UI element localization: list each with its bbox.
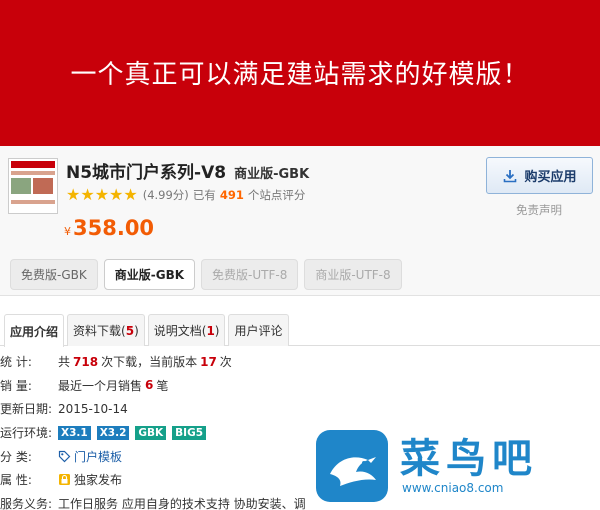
star-icon: ★ xyxy=(80,185,95,204)
tab-docs-close: ) xyxy=(214,323,220,338)
env-label: 运行环境: xyxy=(0,426,53,441)
detail-tabs: 应用介绍 资料下载(5) 说明文档(1) 用户评论 xyxy=(0,314,600,347)
sales-value: 最近一个月销售 6 笔 xyxy=(58,377,168,394)
sales-text-2: 笔 xyxy=(156,378,169,393)
edition-free-gbk[interactable]: 免费版-GBK xyxy=(10,259,98,290)
exclusive-icon xyxy=(59,474,70,486)
category-label: 分 类: xyxy=(0,449,32,464)
product-header: N5城市门户系列-V8 商业版-GBK ★ ★ ★ ★ ★ (4.99分) 已有 491… xyxy=(0,146,600,296)
stats-downloads: 718 xyxy=(73,354,99,369)
rating-prefix: 已有 xyxy=(192,188,216,202)
site-watermark-logo: 菜鸟吧 www.cniao8.com xyxy=(316,422,600,510)
stats-text-2: 次下载，当前版本 xyxy=(101,355,198,370)
env-badge-x32: X3.2 xyxy=(96,425,130,440)
stats-text-3: 次 xyxy=(219,355,232,370)
attribute-text: 独家发布 xyxy=(74,473,123,488)
tab-downloads-count: 5 xyxy=(125,323,135,338)
edition-free-utf8[interactable]: 免费版-UTF-8 xyxy=(201,259,299,290)
tab-downloads[interactable]: 资料下载(5) xyxy=(67,314,145,346)
logo-name: 菜鸟吧 xyxy=(400,435,538,482)
buy-app-button[interactable]: 购买应用 xyxy=(486,157,593,194)
env-badge-x31: X3.1 xyxy=(58,425,91,440)
attribute-label: 属 性: xyxy=(0,473,32,488)
buy-app-label: 购买应用 xyxy=(524,170,577,185)
star-icon: ★ xyxy=(123,185,138,204)
env-badge-gbk: GBK xyxy=(135,425,167,440)
rating-suffix: 个站点评分 xyxy=(247,188,306,202)
updated-value: 2015-10-14 xyxy=(58,401,128,416)
logo-url: www.cniao8.com xyxy=(402,481,504,495)
stats-label: 统 计: xyxy=(0,355,32,370)
banner-headline: 一个真正可以满足建站需求的好模版！ xyxy=(70,59,530,90)
edition-commercial-gbk[interactable]: 商业版-GBK xyxy=(103,259,196,290)
tab-docs[interactable]: 说明文档(1) xyxy=(147,314,226,346)
stats-version-downloads: 17 xyxy=(200,354,217,369)
attribute-value: 独家发布 xyxy=(58,471,122,488)
env-value: X3.1 X3.2 GBK BIG5 xyxy=(58,425,212,440)
sales-text-1: 最近一个月销售 xyxy=(58,378,143,393)
service-label: 服务义务: xyxy=(0,496,53,510)
tab-reviews-label: 用户评论 xyxy=(234,324,283,338)
info-row-updated: 更新日期: 2015-10-14 xyxy=(0,397,600,421)
product-name: N5城市门户系列-V8 xyxy=(66,163,227,183)
tab-app-intro[interactable]: 应用介绍 xyxy=(4,314,65,347)
price-currency: ¥ xyxy=(64,225,71,238)
tab-docs-count: 1 xyxy=(206,323,215,338)
star-icon: ★ xyxy=(94,185,110,204)
disclaimer-link[interactable]: 免责声明 xyxy=(516,202,562,218)
tag-icon xyxy=(58,450,71,463)
tab-app-intro-label: 应用介绍 xyxy=(10,324,59,339)
rating-stars: ★ ★ ★ ★ ★ xyxy=(66,187,138,203)
download-icon xyxy=(504,169,517,182)
edition-commercial-utf8[interactable]: 商业版-UTF-8 xyxy=(304,259,402,290)
rating-score: (4.99分) xyxy=(142,188,189,202)
star-icon: ★ xyxy=(66,185,81,204)
info-row-sales: 销 量: 最近一个月销售 6 笔 xyxy=(0,374,600,398)
tab-downloads-close: ) xyxy=(134,323,139,338)
info-row-stats: 统 计: 共 718 次下载，当前版本 17 次 xyxy=(0,350,600,374)
tab-reviews[interactable]: 用户评论 xyxy=(228,314,289,346)
promo-banner: 一个真正可以满足建站需求的好模版！ xyxy=(0,0,600,146)
product-rating: ★ ★ ★ ★ ★ (4.99分) 已有 491 个站点评分 xyxy=(66,187,305,203)
env-badge-big5: BIG5 xyxy=(172,425,207,440)
category-value: 门户模板 xyxy=(74,449,123,464)
tab-downloads-label: 资料下载( xyxy=(73,324,126,338)
updated-label: 更新日期: xyxy=(0,402,53,417)
stats-text-1: 共 xyxy=(58,355,71,370)
sales-label: 销 量: xyxy=(0,378,32,393)
service-value: 工作日服务 应用自身的技术支持 协助安装、调 xyxy=(58,496,306,510)
product-thumbnail[interactable] xyxy=(8,158,58,214)
tab-docs-label: 说明文档( xyxy=(153,324,207,338)
star-icon: ★ xyxy=(109,185,124,204)
product-price: ¥ 358.00 xyxy=(64,216,154,240)
price-amount: 358.00 xyxy=(73,216,155,240)
stats-value: 共 718 次下载，当前版本 17 次 xyxy=(58,353,232,370)
bird-logo-icon xyxy=(316,430,388,502)
product-title: N5城市门户系列-V8 商业版-GBK xyxy=(66,158,309,183)
category-link[interactable]: 门户模板 xyxy=(58,448,122,465)
rating-count: 491 xyxy=(219,188,244,202)
sales-count: 6 xyxy=(145,378,154,393)
edition-selector: 免费版-GBK 商业版-GBK 免费版-UTF-8 商业版-UTF-8 xyxy=(10,259,408,290)
product-edition: 商业版-GBK xyxy=(234,167,310,182)
